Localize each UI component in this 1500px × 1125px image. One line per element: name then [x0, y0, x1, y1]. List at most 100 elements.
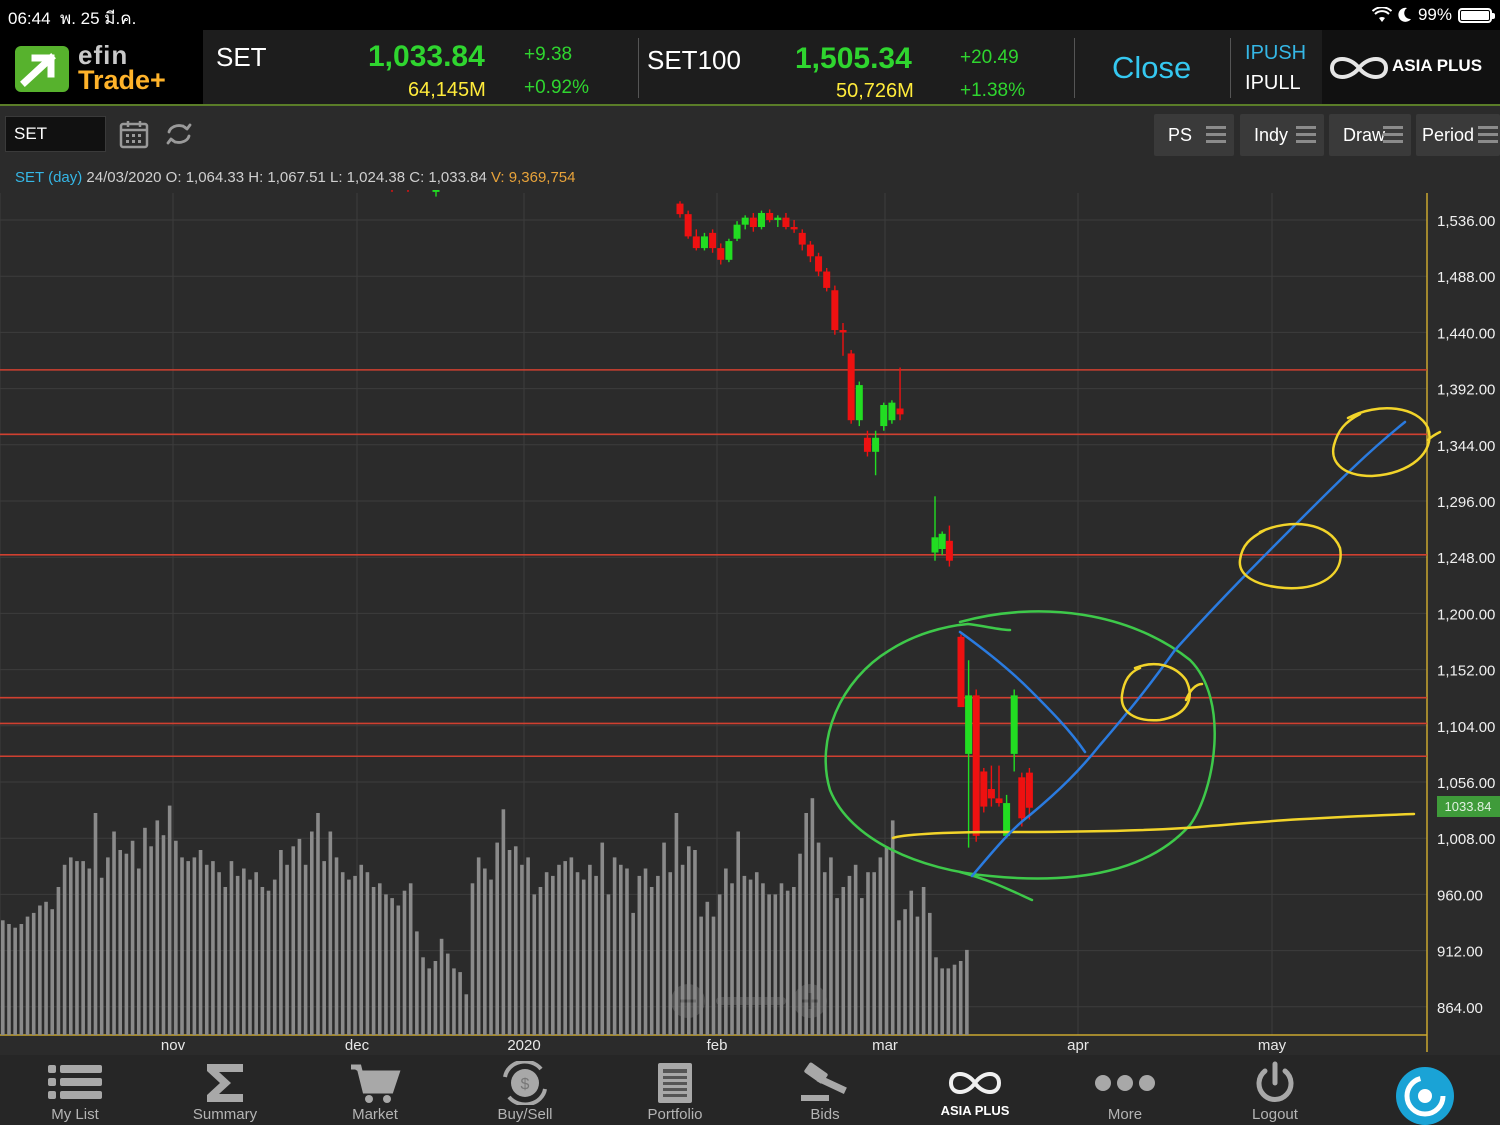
volume-bar	[340, 872, 345, 1035]
candle-body	[1025, 772, 1033, 808]
volume-bar	[489, 879, 493, 1035]
price-tick-label: 1,344.00	[1437, 438, 1495, 455]
set-index-name[interactable]: SET	[216, 42, 267, 73]
date-tick-label: apr	[1067, 1037, 1089, 1054]
refresh-circle-icon	[1396, 1067, 1454, 1125]
volume-bar	[915, 916, 920, 1035]
draw-button[interactable]: Draw	[1329, 114, 1411, 156]
candle-body	[815, 256, 823, 272]
battery-icon	[1458, 7, 1495, 23]
candle-body	[798, 232, 806, 245]
symbol-input[interactable]	[5, 116, 106, 152]
volume-bar	[668, 872, 673, 1035]
nav-summary[interactable]: Summary	[150, 1055, 300, 1125]
candle-body	[733, 224, 741, 239]
ticker-divider	[1230, 38, 1231, 98]
period-button[interactable]: Period	[1416, 114, 1500, 156]
volume-bar	[186, 861, 190, 1035]
nav-label: Summary	[192, 1106, 258, 1123]
ohlc-date: 24/03/2020	[86, 169, 162, 186]
pull-toggle[interactable]: IPULL	[1245, 72, 1301, 95]
app-screen: 06:44 พ. 25 มี.ค. 99% efin Trade+ SET 1,…	[0, 0, 1500, 1125]
candle-body	[831, 290, 839, 331]
price-tick-label: 1,536.00	[1437, 213, 1495, 230]
candle-body	[717, 248, 725, 260]
volume-bar	[699, 916, 703, 1035]
ohlc-low-label: L:	[329, 169, 343, 186]
nav-portfolio[interactable]: Portfolio	[600, 1055, 750, 1125]
candle-body	[774, 217, 782, 220]
volume-bar	[75, 861, 79, 1035]
volume-bar	[458, 972, 462, 1035]
nav-more[interactable]: More	[1050, 1055, 1200, 1125]
document-icon	[658, 1063, 692, 1103]
candle-body	[972, 695, 980, 836]
volume-bar	[297, 838, 302, 1035]
power-icon	[1256, 1061, 1294, 1102]
volume-bar	[773, 894, 778, 1035]
menu-lines-icon	[1478, 126, 1498, 144]
volume-bar	[25, 916, 30, 1035]
set-index-volume: 64,145M	[408, 79, 486, 101]
volume-bar	[235, 875, 240, 1035]
volume-bar	[662, 842, 666, 1035]
volume-bar	[303, 864, 308, 1035]
nav-market[interactable]: Market	[300, 1055, 450, 1125]
volume-bar	[316, 813, 320, 1035]
price-chart[interactable]: 1,536.00 1,488.00 1,440.00 1,392.00 1,344.00…	[0, 190, 1500, 1055]
ps-button[interactable]: PS	[1154, 114, 1234, 156]
price-tick-label: 912.00	[1437, 944, 1483, 961]
volume-bar	[792, 887, 796, 1035]
candle-body	[782, 217, 790, 228]
volume-bar	[841, 887, 846, 1035]
volume-bar	[928, 912, 932, 1035]
indy-label: Indy	[1254, 124, 1289, 145]
push-toggle[interactable]: IPUSH	[1245, 42, 1306, 65]
moon-icon	[1398, 7, 1411, 22]
list-icon	[48, 1065, 102, 1099]
refresh-icon[interactable]	[163, 118, 195, 150]
nav-asiaplus[interactable]: ASIA PLUS	[900, 1055, 1050, 1125]
yellow-circle-drawing	[1331, 407, 1442, 478]
volume-bar	[106, 857, 110, 1035]
candle-body	[839, 330, 847, 333]
set100-index-name[interactable]: SET100	[647, 45, 741, 76]
volume-bar	[625, 868, 629, 1035]
nav-label: Market	[352, 1106, 398, 1123]
volume-bar	[761, 883, 765, 1035]
nav-refresh-circle[interactable]	[1380, 1055, 1480, 1125]
volume-bar	[254, 872, 258, 1035]
nav-buy-sell[interactable]: $ Buy/Sell	[450, 1055, 600, 1125]
volume-bar	[452, 968, 456, 1035]
candle-body	[957, 636, 965, 708]
candle-body	[965, 695, 973, 754]
nav-label: Bids	[810, 1106, 840, 1123]
volume-bar	[198, 850, 203, 1035]
volume-bar	[612, 857, 617, 1035]
nav-my-list[interactable]: My List	[0, 1055, 150, 1125]
price-tick-label: 1,248.00	[1437, 550, 1495, 567]
volume-bar	[124, 853, 129, 1035]
index-ticker-bar: efin Trade+ SET 1,033.84 +9.38 64,145M +…	[0, 30, 1500, 106]
volume-bar	[958, 961, 963, 1035]
efin-logo: efin Trade+	[0, 30, 203, 104]
price-tick-label: 1,440.00	[1437, 325, 1495, 342]
price-tick-label: 1,296.00	[1437, 494, 1495, 511]
indy-button[interactable]: Indy	[1240, 114, 1324, 156]
arrow-logo-icon	[15, 46, 69, 92]
nav-logout[interactable]: Logout	[1200, 1055, 1350, 1125]
svg-text:$: $	[521, 1076, 530, 1093]
ticker-divider	[638, 38, 639, 98]
candle-body	[931, 537, 939, 553]
volume-bar	[464, 994, 469, 1035]
nav-bids[interactable]: Bids	[750, 1055, 900, 1125]
candle-body	[692, 236, 700, 249]
volume-bar	[223, 887, 228, 1035]
candle-body	[741, 217, 749, 225]
volume-bar	[476, 857, 481, 1035]
volume-bar	[62, 864, 67, 1035]
volume-bar	[44, 901, 48, 1035]
zoom-slider[interactable]	[716, 997, 786, 1005]
calendar-icon[interactable]	[118, 118, 150, 150]
volume-bar	[7, 924, 11, 1035]
